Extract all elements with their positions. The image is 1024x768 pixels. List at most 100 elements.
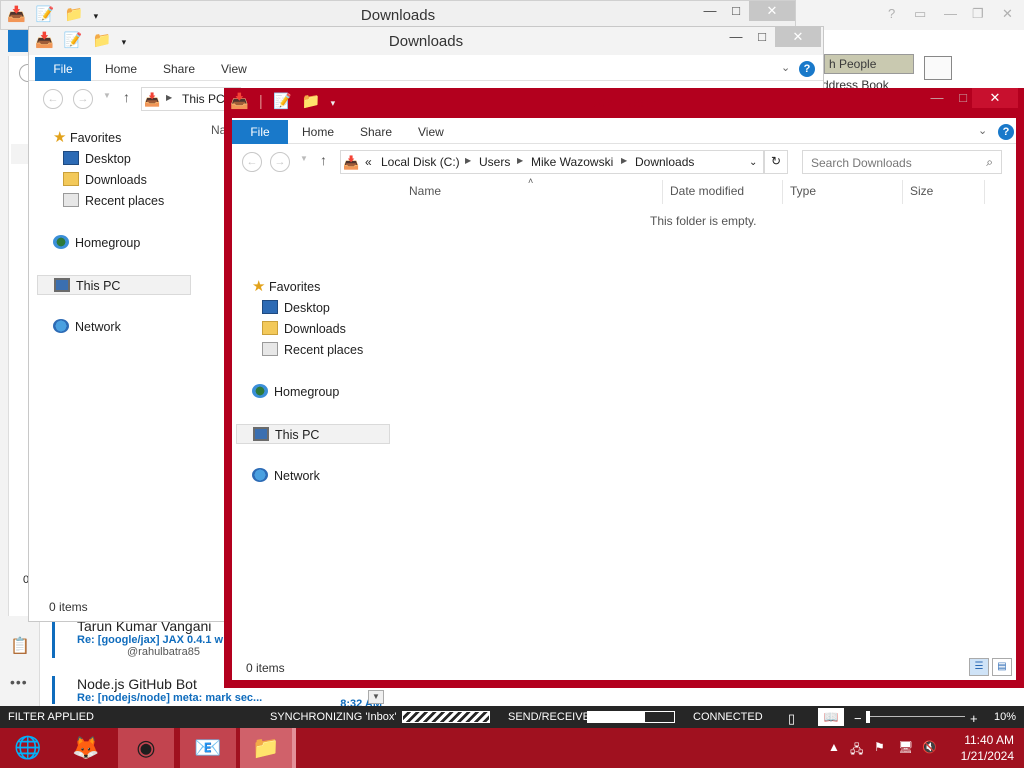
nav-this-pc[interactable]: This PC xyxy=(37,275,191,295)
column-divider[interactable] xyxy=(782,180,783,204)
zoom-slider-thumb[interactable] xyxy=(866,711,870,723)
action-center-icon[interactable]: ⚑ xyxy=(874,740,885,754)
expand-ribbon-icon[interactable]: ⌄ xyxy=(781,61,790,74)
zoom-in-icon[interactable]: + xyxy=(970,711,978,726)
help-icon[interactable]: ? xyxy=(998,124,1014,140)
minimize-button[interactable]: — xyxy=(723,27,749,47)
expand-ribbon-icon[interactable]: ⌄ xyxy=(978,124,987,137)
breadcrumb-local-disk[interactable]: Local Disk (C:) xyxy=(381,155,460,169)
breadcrumb-overflow[interactable]: « xyxy=(365,155,372,169)
address-bar[interactable]: 📥 « Local Disk (C:) ▶ Users ▶ Mike Wazow… xyxy=(340,150,764,174)
chevron-right-icon[interactable]: ▶ xyxy=(465,156,471,165)
reading-view-icon[interactable]: 📖 xyxy=(818,708,844,726)
ribbon-display-icon[interactable]: ▭ xyxy=(914,6,926,22)
breadcrumb-downloads[interactable]: Downloads xyxy=(635,155,694,169)
column-header-date-modified[interactable]: Date modified xyxy=(670,184,744,198)
nav-favorites[interactable]: ★ Favorites xyxy=(252,277,320,297)
recent-locations-icon[interactable]: ▼ xyxy=(300,154,308,163)
system-clock[interactable]: 11:40 AM 1/21/2024 xyxy=(961,732,1014,764)
minimize-button[interactable]: — xyxy=(697,1,723,21)
column-header-name[interactable]: Name xyxy=(409,184,441,198)
more-icon[interactable]: ••• xyxy=(10,674,28,690)
network-tray-icon[interactable]: 🖧 xyxy=(850,740,863,761)
explorer-window-front[interactable]: 📥 | 📝 📁 ▾ Downloads — □ ✕ File Home Shar… xyxy=(224,88,1024,688)
up-arrow-icon[interactable]: ↑ xyxy=(320,152,327,168)
large-icons-view-button[interactable]: ▤ xyxy=(992,658,1012,676)
search-input[interactable]: Search Downloads ⌕ xyxy=(802,150,1002,174)
nav-downloads[interactable]: Downloads xyxy=(63,170,147,190)
forward-arrow-icon[interactable]: → xyxy=(73,89,93,109)
tab-view[interactable]: View xyxy=(221,57,247,81)
minimize-icon[interactable]: — xyxy=(944,6,957,21)
breadcrumb-users[interactable]: Users xyxy=(479,155,510,169)
recent-locations-icon[interactable]: ▼ xyxy=(103,91,111,100)
maximize-button[interactable]: □ xyxy=(749,27,775,47)
up-arrow-icon[interactable]: ↑ xyxy=(123,89,130,105)
zoom-out-icon[interactable]: − xyxy=(854,711,862,726)
column-header-size[interactable]: Size xyxy=(910,184,933,198)
nav-homegroup[interactable]: Homegroup xyxy=(252,382,339,402)
tab-file[interactable]: File xyxy=(232,120,288,144)
breadcrumb-this-pc[interactable]: This PC xyxy=(182,92,225,106)
show-hidden-icons-icon[interactable]: ▲ xyxy=(828,740,840,754)
tasks-icon[interactable]: 📋 xyxy=(10,636,30,656)
find-people-input[interactable]: h People xyxy=(824,54,914,74)
zoom-slider[interactable] xyxy=(870,716,965,717)
chevron-down-icon[interactable]: ⌄ xyxy=(749,157,757,168)
back-arrow-icon[interactable]: ← xyxy=(242,152,262,172)
nav-label: Favorites xyxy=(69,131,122,145)
zoom-level[interactable]: 10% xyxy=(994,711,1016,723)
file-list[interactable]: Name ˄ Date modified Type Size This fold… xyxy=(398,176,1016,650)
close-button[interactable]: ✕ xyxy=(749,1,795,21)
refresh-button[interactable]: ↻ xyxy=(764,150,788,174)
details-view-button[interactable]: ☰ xyxy=(969,658,989,676)
column-divider[interactable] xyxy=(984,180,985,204)
close-icon[interactable]: ✕ xyxy=(1002,6,1013,22)
sync-status: SYNCHRONIZING 'Inbox' xyxy=(270,711,397,723)
chevron-right-icon[interactable]: ▶ xyxy=(621,156,627,165)
tab-view[interactable]: View xyxy=(418,120,444,144)
chrome-icon[interactable]: ◉ xyxy=(118,728,174,768)
nav-downloads[interactable]: Downloads xyxy=(262,319,346,339)
minimize-button[interactable]: — xyxy=(924,88,950,108)
help-icon[interactable]: ? xyxy=(799,61,815,77)
tab-share[interactable]: Share xyxy=(360,120,392,144)
nav-network[interactable]: Network xyxy=(53,317,121,337)
restore-icon[interactable]: ❐ xyxy=(972,6,984,22)
nav-desktop[interactable]: Desktop xyxy=(262,298,330,318)
chevron-right-icon[interactable]: ▶ xyxy=(517,156,523,165)
wired-network-icon[interactable]: 🖥 xyxy=(898,740,913,754)
tab-file[interactable]: File xyxy=(35,57,91,81)
back-arrow-icon[interactable]: ← xyxy=(43,89,63,109)
volume-muted-icon[interactable]: 🔇 xyxy=(922,740,937,754)
scroll-down-button[interactable]: ▼ xyxy=(368,690,384,704)
nav-this-pc[interactable]: This PC xyxy=(236,424,390,444)
desktop-icon xyxy=(63,151,79,165)
close-button[interactable]: ✕ xyxy=(775,27,821,47)
help-icon[interactable]: ? xyxy=(888,6,895,21)
file-explorer-icon[interactable]: 📁 xyxy=(240,728,296,768)
outlook-status-bar: FILTER APPLIED SYNCHRONIZING 'Inbox' SEN… xyxy=(0,706,1024,728)
nav-recent-places[interactable]: Recent places xyxy=(63,191,164,211)
normal-view-icon[interactable]: ▯ xyxy=(788,711,795,727)
nav-favorites[interactable]: ★ Favorites xyxy=(53,128,121,148)
tab-home[interactable]: Home xyxy=(302,120,334,144)
outlook-icon[interactable]: 📧 xyxy=(180,728,236,768)
column-divider[interactable] xyxy=(662,180,663,204)
nav-recent-places[interactable]: Recent places xyxy=(262,340,363,360)
nav-network[interactable]: Network xyxy=(252,466,320,486)
breadcrumb-user[interactable]: Mike Wazowski xyxy=(531,155,613,169)
firefox-icon[interactable]: 🦊 xyxy=(58,728,114,768)
forward-arrow-icon[interactable]: → xyxy=(270,152,290,172)
nav-desktop[interactable]: Desktop xyxy=(63,149,131,169)
start-globe-icon[interactable]: 🌐 xyxy=(0,728,56,768)
address-book-icon[interactable] xyxy=(924,56,952,80)
tab-home[interactable]: Home xyxy=(105,57,137,81)
nav-homegroup[interactable]: Homegroup xyxy=(53,233,140,253)
column-header-type[interactable]: Type xyxy=(790,184,816,198)
close-button[interactable]: ✕ xyxy=(972,88,1018,108)
maximize-button[interactable]: □ xyxy=(723,1,749,21)
tab-share[interactable]: Share xyxy=(163,57,195,81)
column-divider[interactable] xyxy=(902,180,903,204)
search-icon[interactable]: ⌕ xyxy=(986,155,993,170)
